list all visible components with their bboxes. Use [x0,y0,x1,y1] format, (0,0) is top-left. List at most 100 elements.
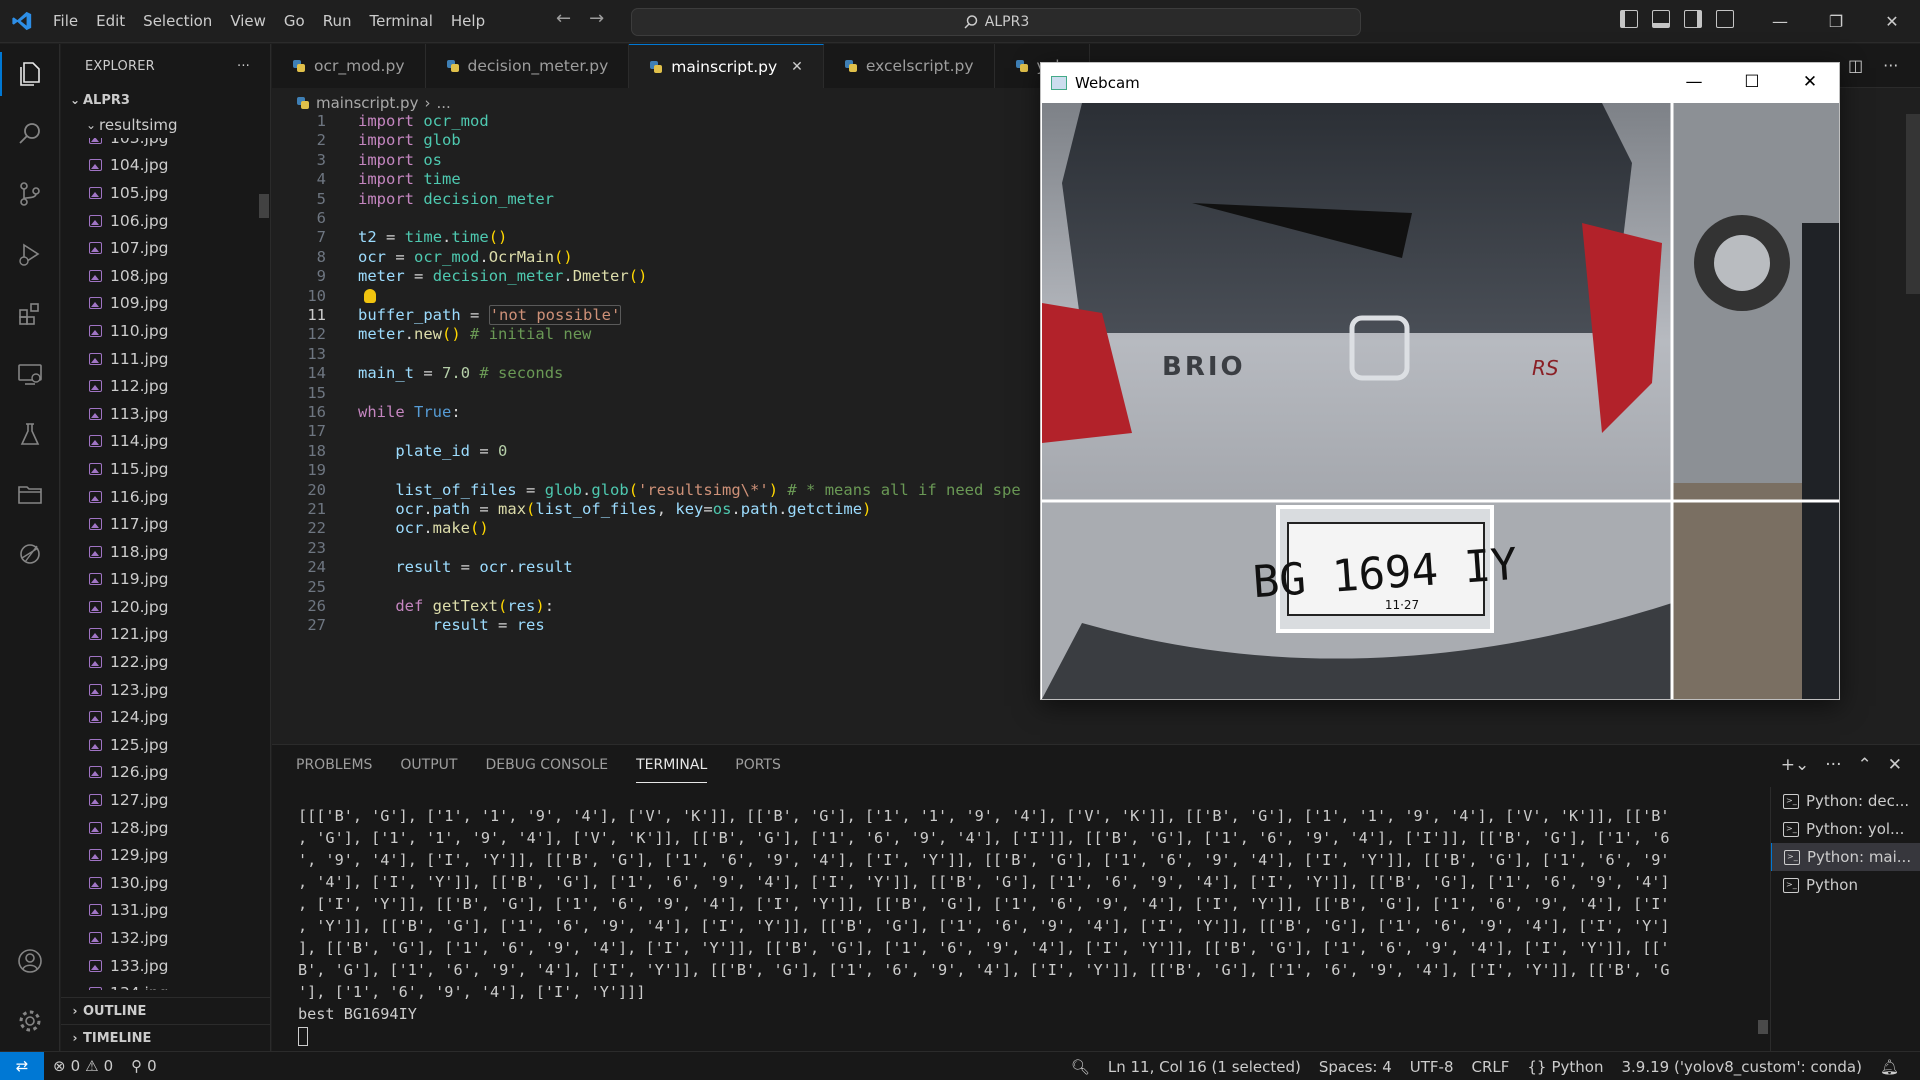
file-item[interactable]: 107.jpg [61,234,270,262]
panel-tab-problems[interactable]: PROBLEMS [296,757,372,783]
file-item[interactable]: 106.jpg [61,207,270,235]
file-item[interactable]: 118.jpg [61,538,270,566]
zoom-icon[interactable]: 🔍︎ [1062,1058,1099,1076]
file-item[interactable]: 130.jpg [61,869,270,897]
file-item[interactable]: 108.jpg [61,262,270,290]
file-item[interactable]: 125.jpg [61,731,270,759]
remote-explorer-icon[interactable] [0,344,60,404]
toggle-primary-sidebar-icon[interactable] [1620,10,1638,28]
language-mode[interactable]: {} Python [1518,1058,1612,1076]
docker-icon[interactable] [0,524,60,584]
settings-gear-icon[interactable] [0,991,60,1051]
editor-scrollbar[interactable] [1906,114,1920,744]
tab-decision_meter-py[interactable]: decision_meter.py [425,44,630,88]
command-center-search[interactable]: ALPR3 [631,8,1361,36]
file-item[interactable]: 115.jpg [61,455,270,483]
indentation[interactable]: Spaces: 4 [1310,1058,1401,1076]
file-item[interactable]: 124.jpg [61,703,270,731]
file-item[interactable]: 104.jpg [61,152,270,180]
file-item[interactable]: 122.jpg [61,648,270,676]
file-item[interactable]: 111.jpg [61,345,270,373]
file-item[interactable]: 134.jpg [61,979,270,990]
close-icon[interactable]: ✕ [791,59,803,75]
menu-go[interactable]: Go [275,6,314,36]
customize-layout-icon[interactable] [1716,10,1734,28]
file-item[interactable]: 112.jpg [61,372,270,400]
python-interpreter[interactable]: 3.9.19 ('yolov8_custom': conda) [1612,1058,1870,1076]
file-item[interactable]: 126.jpg [61,759,270,787]
file-item[interactable]: 109.jpg [61,290,270,318]
menu-file[interactable]: File [44,6,87,36]
sidebar-scrollbar[interactable] [259,194,269,218]
close-panel-icon[interactable]: ✕ [1888,755,1902,775]
line-ending[interactable]: CRLF [1463,1058,1519,1076]
tab-mainscript-py[interactable]: mainscript.py ✕ [629,44,824,88]
explorer-icon[interactable] [0,44,60,104]
webcam-maximize-button[interactable]: ☐ [1723,63,1781,101]
new-terminal-icon[interactable]: +⌄ [1781,755,1810,775]
ports-status[interactable]: ⚲ 0 [122,1057,166,1075]
split-editor-icon[interactable]: ◫ [1848,56,1863,75]
maximize-panel-icon[interactable]: ⌃ [1858,755,1872,775]
terminal-output[interactable]: [[['B', 'G'], ['1', '1', '9', '4'], ['V'… [298,805,1670,1047]
file-item[interactable]: 117.jpg [61,510,270,538]
problems-status[interactable]: ⊗ 0 ⚠ 0 [44,1057,122,1075]
back-arrow-icon[interactable]: ← [556,8,571,29]
file-item[interactable]: 127.jpg [61,786,270,814]
file-item[interactable]: 132.jpg [61,924,270,952]
lightbulb-icon[interactable] [364,288,376,303]
file-item[interactable]: 110.jpg [61,317,270,345]
terminal-instance[interactable]: >_ Python: yol... [1771,815,1920,843]
panel-tab-debug-console[interactable]: DEBUG CONSOLE [485,757,608,783]
menu-edit[interactable]: Edit [87,6,134,36]
panel-tab-output[interactable]: OUTPUT [400,757,457,783]
file-item[interactable]: 128.jpg [61,814,270,842]
file-item[interactable]: 113.jpg [61,400,270,428]
restore-button[interactable]: ❐ [1808,0,1864,43]
forward-arrow-icon[interactable]: → [589,8,604,29]
menu-view[interactable]: View [221,6,275,36]
file-item[interactable]: 131.jpg [61,897,270,925]
file-item[interactable]: 103.jpg [61,138,270,152]
terminal-instance[interactable]: >_ Python: mai... [1771,843,1920,871]
panel-tab-terminal[interactable]: TERMINAL [636,757,708,783]
file-item[interactable]: 123.jpg [61,676,270,704]
search-icon[interactable] [0,104,60,164]
extensions-icon[interactable] [0,284,60,344]
terminal-scrollbar[interactable] [1758,1020,1768,1034]
file-item[interactable]: 120.jpg [61,593,270,621]
file-item[interactable]: 129.jpg [61,841,270,869]
account-icon[interactable] [0,931,60,991]
file-item[interactable]: 133.jpg [61,952,270,980]
terminal-instance[interactable]: >_ Python [1771,871,1920,899]
more-actions-icon[interactable]: ··· [237,59,250,74]
breadcrumb-file[interactable]: mainscript.py [316,94,418,112]
webcam-close-button[interactable]: ✕ [1781,63,1839,101]
close-button[interactable]: ✕ [1864,0,1920,43]
more-actions-icon[interactable]: ··· [1883,56,1898,75]
toggle-panel-icon[interactable] [1652,10,1670,28]
folder-icon[interactable] [0,464,60,524]
terminal-instance[interactable]: >_ Python: dec... [1771,787,1920,815]
cursor-position[interactable]: Ln 11, Col 16 (1 selected) [1099,1058,1310,1076]
file-item[interactable]: 119.jpg [61,566,270,594]
encoding[interactable]: UTF-8 [1401,1058,1463,1076]
more-actions-icon[interactable]: ··· [1825,755,1841,775]
file-item[interactable]: 105.jpg [61,179,270,207]
tab-excelscript-py[interactable]: excelscript.py [823,44,995,88]
source-control-icon[interactable] [0,164,60,224]
minimize-button[interactable]: — [1752,0,1808,43]
toggle-secondary-sidebar-icon[interactable] [1684,10,1702,28]
tab-ocr_mod-py[interactable]: ocr_mod.py [272,44,426,88]
menu-run[interactable]: Run [314,6,361,36]
file-item[interactable]: 114.jpg [61,428,270,456]
timeline-section[interactable]: › TIMELINE [61,1024,270,1051]
menu-help[interactable]: Help [442,6,494,36]
remote-indicator-icon[interactable]: ⇄ [0,1051,44,1080]
notifications-bell-icon[interactable]: 🔔︎ [1871,1058,1908,1076]
file-item[interactable]: 116.jpg [61,483,270,511]
webcam-minimize-button[interactable]: — [1665,63,1723,101]
folder-resultsimg[interactable]: ⌄ resultsimg [61,112,270,138]
testing-icon[interactable] [0,404,60,464]
workspace-root[interactable]: ⌄ ALPR3 [61,88,270,112]
